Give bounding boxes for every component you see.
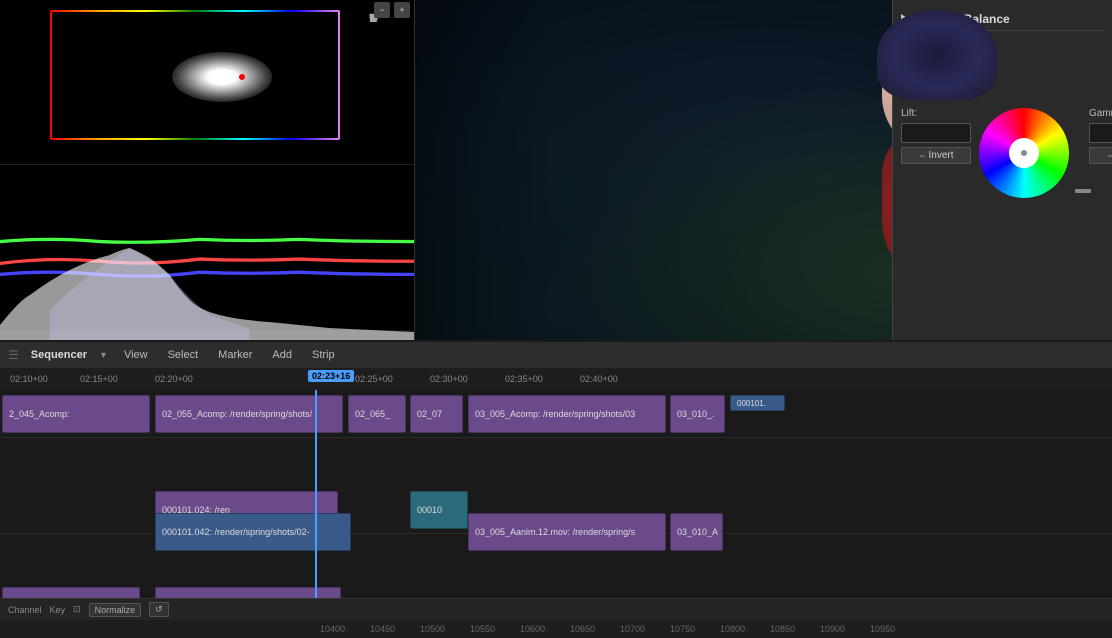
clip-1-3[interactable]: 02_065_ — [348, 395, 406, 433]
slider-handle — [1075, 189, 1091, 193]
swap-icon: ⇔ — [918, 151, 926, 160]
refresh-btn[interactable]: ↺ — [149, 602, 169, 617]
clip-2-3[interactable]: 000101.042: /render/spring/shots/02- — [155, 513, 351, 551]
lift-input[interactable] — [901, 123, 971, 143]
num-5: 10650 — [570, 624, 595, 634]
time-label-5: 02:35+00 — [505, 374, 543, 384]
wheel-center-dot — [1021, 150, 1027, 156]
color-wheel[interactable] — [979, 108, 1069, 198]
clip-label: 000101.042: /render/spring/shots/02- — [162, 527, 310, 537]
clip-label: 000101. — [737, 399, 766, 408]
time-label-0: 02:10+00 — [10, 374, 48, 384]
menu-select[interactable]: Select — [164, 347, 203, 363]
clip-label: 03_010_A — [677, 527, 718, 537]
timeline-ruler[interactable]: 02:10+00 02:15+00 02:20+00 02:23+16 02:2… — [0, 368, 1112, 390]
hamburger-icon[interactable]: ☰ — [8, 348, 19, 362]
sequencer-label: Sequencer — [31, 349, 87, 361]
clip-1-1[interactable]: 2_045_Acomp: — [2, 395, 150, 433]
white-blob — [172, 52, 272, 102]
character-hair — [877, 10, 997, 100]
clip-label: 02_055_Acomp: /render/spring/shots/ — [162, 409, 312, 419]
channel-label: Channel — [8, 605, 42, 615]
clip-3-1[interactable]: 2_045_Aanim.1 — [2, 587, 140, 598]
video-preview-panel: Color Balance Mask Input Type Mask Multi… — [415, 0, 1112, 340]
number-strip: 10400 10450 10500 10550 10600 10650 1070… — [0, 620, 1112, 638]
gamma-invert-button[interactable]: ⇔ Invert — [1089, 147, 1112, 164]
playhead — [315, 390, 317, 598]
normalize-icon: ⊡ — [73, 604, 81, 615]
lift-section: Lift: ⇔ Invert — [901, 108, 971, 164]
num-1: 10450 — [370, 624, 395, 634]
key-label: Key — [50, 605, 66, 615]
histogram-svg — [0, 240, 414, 340]
clip-2-4[interactable]: 03_005_Aanim.12.mov: /render/spring/s — [468, 513, 666, 551]
add-btn[interactable]: + — [394, 2, 410, 18]
time-label-2: 02:20+00 — [155, 374, 193, 384]
num-10: 10900 — [820, 624, 845, 634]
clip-1-5[interactable]: 03_005_Acomp: /render/spring/shots/03 — [468, 395, 666, 433]
clip-label: 03_005_Acomp: /render/spring/shots/03 — [475, 409, 635, 419]
normalize-btn[interactable]: Normalize — [89, 603, 142, 617]
menu-marker[interactable]: Marker — [214, 347, 256, 363]
sequencer-header: ☰ Sequencer ▼ View Select Marker Add Str… — [0, 340, 1112, 368]
clip-label: 03_005_Aanim.12.mov: /render/spring/s — [475, 527, 635, 537]
clip-2-2[interactable]: 00010 — [410, 491, 468, 529]
gamma-input[interactable] — [1089, 123, 1112, 143]
color-wheel-wrapper — [979, 108, 1069, 198]
track-row-1: 2_045_Acomp: 02_055_Acomp: /render/sprin… — [0, 390, 1112, 438]
num-11: 10950 — [870, 624, 895, 634]
current-time-indicator[interactable]: 02:23+16 — [308, 370, 354, 382]
color-wheel-section: Lift: ⇔ Invert — [901, 108, 1104, 198]
time-label-1: 02:15+00 — [80, 374, 118, 384]
timeline-footer: Channel Key ⊡ Normalize ↺ — [0, 598, 1112, 620]
clip-label: 00010 — [417, 505, 442, 515]
num-4: 10600 — [520, 624, 545, 634]
rainbow-box — [50, 10, 340, 140]
scope-panel: ☛ − + — [0, 0, 415, 340]
menu-view[interactable]: View — [120, 347, 152, 363]
clip-2-5[interactable]: 03_010_A — [670, 513, 723, 551]
track-row-3: 2_045_Aanim.1 02_055_Aanim.10.mov: /rend… — [0, 582, 1112, 598]
timeline-section: ☰ Sequencer ▼ View Select Marker Add Str… — [0, 340, 1112, 638]
clip-label: 02_07 — [417, 409, 442, 419]
ruler-marks: 02:10+00 02:15+00 02:20+00 02:23+16 02:2… — [0, 368, 1112, 390]
waveform-panel — [0, 165, 414, 340]
lift-invert-button[interactable]: ⇔ Invert — [901, 147, 971, 164]
clip-label: 02_065_ — [355, 409, 390, 419]
num-6: 10700 — [620, 624, 645, 634]
num-3: 10550 — [470, 624, 495, 634]
clip-label: 2_045_Acomp: — [9, 409, 70, 419]
clip-1-4[interactable]: 02_07 — [410, 395, 463, 433]
clip-1-6[interactable]: 03_010_. — [670, 395, 725, 433]
track-row-2: 000101.024: /ren 00010 000101.042: /rend… — [0, 486, 1112, 534]
lift-invert-label: Invert — [928, 150, 953, 161]
time-label-4: 02:30+00 — [430, 374, 468, 384]
lift-label: Lift: — [901, 108, 971, 119]
menu-strip[interactable]: Strip — [308, 347, 339, 363]
sequencer-dropdown[interactable]: ▼ — [99, 350, 108, 360]
time-label-6: 02:40+00 — [580, 374, 618, 384]
num-8: 10800 — [720, 624, 745, 634]
time-label-3: 02:25+00 — [355, 374, 393, 384]
gamma-label: Gamma: — [1089, 108, 1112, 119]
timeline-tracks: 2_045_Acomp: 02_055_Acomp: /render/sprin… — [0, 390, 1112, 598]
menu-add[interactable]: Add — [268, 347, 296, 363]
num-2: 10500 — [420, 624, 445, 634]
panel-header: − + — [370, 0, 414, 20]
clip-3-2[interactable]: 02_055_Aanim.10.mov: /render/spring/ — [155, 587, 341, 598]
top-section: ☛ − + — [0, 0, 1112, 340]
clip-label: 03_010_. — [677, 409, 715, 419]
clip-1-7[interactable]: 000101. — [730, 395, 785, 411]
num-7: 10750 — [670, 624, 695, 634]
vectorscope: ☛ − + — [0, 0, 414, 165]
num-9: 10850 — [770, 624, 795, 634]
gamma-section: Gamma: ⇔ Invert — [1089, 108, 1112, 164]
red-dot — [239, 74, 245, 80]
num-0: 10400 — [320, 624, 345, 634]
collapse-btn[interactable]: − — [374, 2, 390, 18]
swap-icon-gamma: ⇔ — [1106, 151, 1112, 160]
